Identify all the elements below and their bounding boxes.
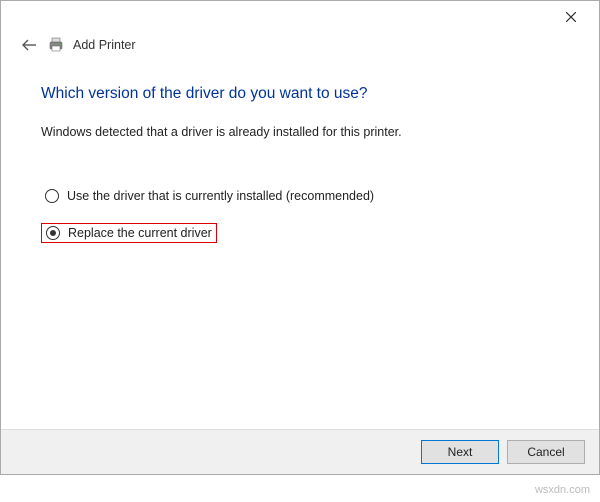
radio-replace-driver[interactable]: Replace the current driver	[41, 223, 217, 243]
page-subtext: Windows detected that a driver is alread…	[41, 125, 559, 139]
radio-use-existing[interactable]: Use the driver that is currently install…	[41, 187, 378, 205]
content-area: Which version of the driver do you want …	[1, 55, 599, 243]
back-arrow-icon	[21, 39, 37, 51]
close-button[interactable]	[551, 5, 591, 29]
radio-label: Replace the current driver	[68, 226, 212, 240]
page-heading: Which version of the driver do you want …	[41, 85, 559, 103]
radio-icon-checked	[46, 226, 60, 240]
wizard-title: Add Printer	[73, 38, 136, 52]
next-button[interactable]: Next	[421, 440, 499, 464]
footer-bar: Next Cancel	[1, 429, 599, 474]
dialog-window: Add Printer Which version of the driver …	[0, 0, 600, 475]
back-button[interactable]	[19, 35, 39, 55]
printer-icon	[47, 36, 65, 54]
radio-icon-unchecked	[45, 189, 59, 203]
titlebar	[1, 1, 599, 31]
radio-label: Use the driver that is currently install…	[67, 189, 374, 203]
watermark-text: wsxdn.com	[535, 484, 590, 496]
header-row: Add Printer	[1, 31, 599, 55]
close-icon	[566, 12, 576, 22]
radio-dot-icon	[50, 230, 56, 236]
cancel-button[interactable]: Cancel	[507, 440, 585, 464]
